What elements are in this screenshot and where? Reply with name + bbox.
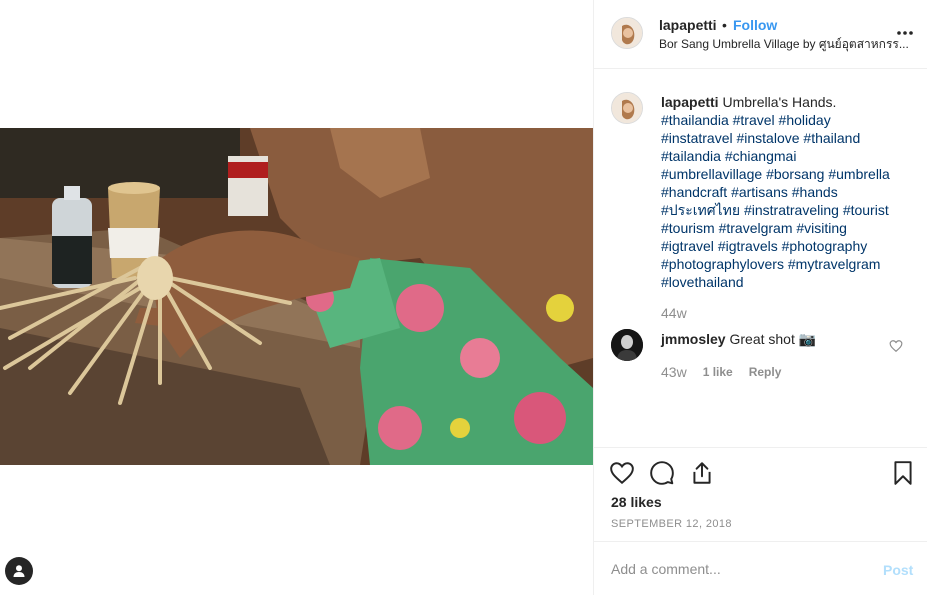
hashtag[interactable]: #hands bbox=[792, 184, 838, 200]
post-header: lapapetti • Follow Bor Sang Umbrella Vil… bbox=[594, 0, 927, 69]
hashtag[interactable]: #travel bbox=[733, 112, 775, 128]
hashtag[interactable]: #umbrella bbox=[828, 166, 889, 182]
hashtag[interactable]: #thailand bbox=[803, 130, 860, 146]
comment-likes-count[interactable]: 1 like bbox=[703, 365, 733, 379]
caption-text: Umbrella's Hands. bbox=[722, 94, 837, 110]
comment-timestamp[interactable]: 43w bbox=[661, 364, 687, 380]
more-horizontal-icon bbox=[897, 31, 913, 35]
like-button[interactable] bbox=[609, 460, 635, 486]
comment-bubble-icon bbox=[650, 461, 674, 485]
author-username[interactable]: lapapetti bbox=[659, 17, 717, 33]
reply-button[interactable]: Reply bbox=[749, 365, 782, 379]
author-avatar[interactable] bbox=[611, 17, 643, 49]
hashtag[interactable]: #artisans bbox=[731, 184, 788, 200]
hashtag[interactable]: #visiting bbox=[796, 220, 847, 236]
hashtag[interactable]: #thailandia bbox=[661, 112, 729, 128]
tagged-users-button[interactable] bbox=[5, 557, 33, 585]
hashtag[interactable]: #holiday bbox=[779, 112, 831, 128]
instagram-post-view: lapapetti • Follow Bor Sang Umbrella Vil… bbox=[0, 0, 927, 595]
hashtag[interactable]: #mytravelgram bbox=[788, 256, 881, 272]
hashtag-list: #thailandia #travel #holiday #instatrave… bbox=[661, 112, 890, 290]
user-icon bbox=[13, 565, 25, 577]
comment-meta: 43w 1 like Reply bbox=[661, 364, 781, 380]
more-options-button[interactable] bbox=[894, 24, 916, 38]
hashtag[interactable]: #igtravels bbox=[718, 238, 778, 254]
avatar-image bbox=[612, 93, 642, 123]
hashtag[interactable]: #photography bbox=[782, 238, 868, 254]
hashtag[interactable]: #igtravel bbox=[661, 238, 714, 254]
add-comment-bar: Post bbox=[594, 541, 927, 595]
hashtag[interactable]: #handcraft bbox=[661, 184, 727, 200]
comment: jmmosley Great shot 📷 bbox=[661, 331, 816, 348]
save-button[interactable] bbox=[890, 460, 916, 486]
hashtag[interactable]: #chiangmai bbox=[725, 148, 797, 164]
hashtag[interactable]: #instatravel bbox=[661, 130, 733, 146]
hashtag[interactable]: #travelgram bbox=[719, 220, 793, 236]
comment-button[interactable] bbox=[649, 460, 675, 486]
hashtag[interactable]: #tourist bbox=[843, 202, 889, 218]
hashtag[interactable]: #tailandia bbox=[661, 148, 721, 164]
share-button[interactable] bbox=[689, 460, 715, 486]
caption-author-avatar[interactable] bbox=[611, 92, 643, 124]
post-photo[interactable] bbox=[0, 128, 593, 465]
share-icon bbox=[693, 462, 711, 484]
hashtag[interactable]: #photographylovers bbox=[661, 256, 784, 272]
caption-timestamp[interactable]: 44w bbox=[661, 305, 687, 321]
comment-like-button[interactable] bbox=[889, 339, 903, 353]
post-caption: lapapetti Umbrella's Hands. #thailandia … bbox=[661, 93, 916, 291]
hashtag[interactable]: #umbrellavillage bbox=[661, 166, 762, 182]
hashtag[interactable]: #instratraveling bbox=[744, 202, 839, 218]
add-comment-input[interactable] bbox=[611, 559, 861, 579]
hashtag[interactable]: #ประเทศไทย bbox=[661, 202, 740, 218]
follow-button[interactable]: Follow bbox=[733, 17, 777, 33]
hashtag[interactable]: #borsang bbox=[766, 166, 824, 182]
hashtag[interactable]: #lovethailand bbox=[661, 274, 744, 290]
post-comment-button[interactable]: Post bbox=[883, 562, 913, 578]
avatar-image bbox=[612, 18, 642, 48]
media-area bbox=[0, 0, 593, 595]
hashtag[interactable]: #instalove bbox=[736, 130, 799, 146]
bookmark-icon bbox=[894, 461, 912, 485]
comment-text: Great shot 📷 bbox=[729, 331, 817, 347]
commenter-avatar[interactable] bbox=[611, 329, 643, 361]
hashtag[interactable]: #tourism bbox=[661, 220, 715, 236]
likes-count[interactable]: 28 likes bbox=[611, 494, 662, 510]
heart-icon bbox=[889, 340, 903, 353]
post-side-panel: lapapetti • Follow Bor Sang Umbrella Vil… bbox=[593, 0, 927, 595]
separator-dot: • bbox=[722, 17, 727, 33]
post-actions: 28 likes SEPTEMBER 12, 2018 bbox=[594, 447, 927, 541]
avatar-image bbox=[611, 329, 643, 361]
photo-illustration bbox=[0, 128, 593, 465]
location-link[interactable]: Bor Sang Umbrella Village by ศูนย์อุตสาห… bbox=[659, 35, 914, 54]
heart-icon bbox=[610, 462, 634, 485]
post-date[interactable]: SEPTEMBER 12, 2018 bbox=[611, 518, 732, 530]
caption-username[interactable]: lapapetti bbox=[661, 94, 719, 110]
comment-username[interactable]: jmmosley bbox=[661, 331, 726, 347]
